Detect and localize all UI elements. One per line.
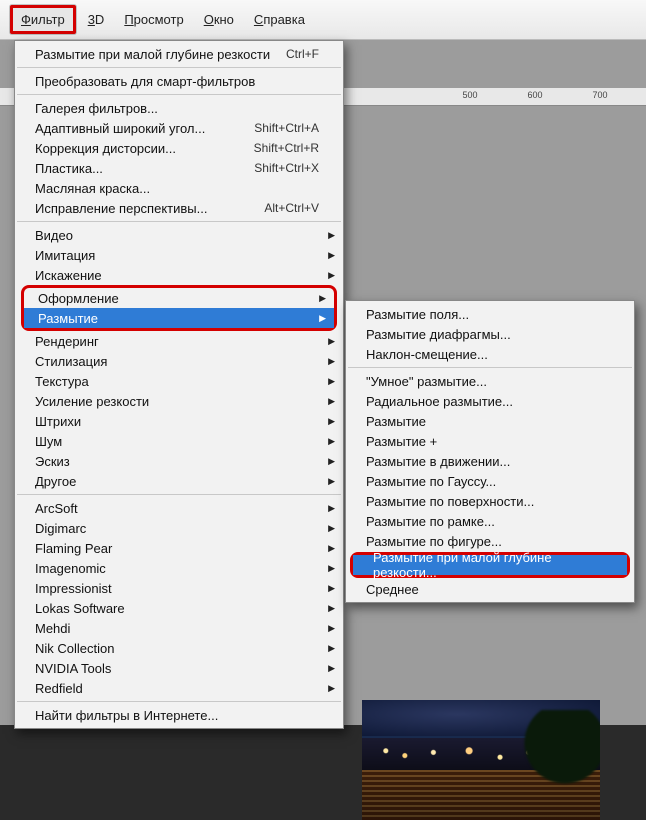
highlighted-group: Оформление▶ Размытие▶ [21, 285, 337, 331]
submenu-item[interactable]: Наклон-смещение... [346, 344, 634, 364]
chevron-right-icon: ▶ [328, 356, 335, 367]
menu-item[interactable]: Штрихи▶ [15, 411, 343, 431]
highlighted-group: Размытие при малой глубине резкости... [350, 552, 630, 578]
separator [17, 494, 341, 495]
submenu-item[interactable]: Размытие по рамке... [346, 511, 634, 531]
menu-item[interactable]: Другое▶ [15, 471, 343, 491]
submenu-item[interactable]: Размытие диафрагмы... [346, 324, 634, 344]
menu-item[interactable]: Адаптивный широкий угол...Shift+Ctrl+A [15, 118, 343, 138]
chevron-right-icon: ▶ [328, 663, 335, 674]
ruler-mark: 500 [462, 90, 477, 100]
menu-item[interactable]: Масляная краска... [15, 178, 343, 198]
chevron-right-icon: ▶ [328, 230, 335, 241]
menu-item[interactable]: Оформление▶ [24, 288, 334, 308]
menu-item[interactable]: Стилизация▶ [15, 351, 343, 371]
separator [17, 67, 341, 68]
menu-item[interactable]: Видео▶ [15, 225, 343, 245]
separator [17, 221, 341, 222]
menu-item-find-online[interactable]: Найти фильтры в Интернете... [15, 705, 343, 725]
submenu-item[interactable]: Размытие по Гауссу... [346, 471, 634, 491]
chevron-right-icon: ▶ [328, 643, 335, 654]
menubar-window[interactable]: Окно [196, 8, 242, 31]
menubar-3d[interactable]: 3D [80, 8, 113, 31]
chevron-right-icon: ▶ [328, 543, 335, 554]
menu-item[interactable]: Lokas Software▶ [15, 598, 343, 618]
submenu-item[interactable]: Радиальное размытие... [346, 391, 634, 411]
menu-item[interactable]: NVIDIA Tools▶ [15, 658, 343, 678]
chevron-right-icon: ▶ [328, 523, 335, 534]
menu-item[interactable]: Mehdi▶ [15, 618, 343, 638]
chevron-right-icon: ▶ [328, 376, 335, 387]
chevron-right-icon: ▶ [319, 313, 326, 324]
menu-item-convert-smart[interactable]: Преобразовать для смарт-фильтров [15, 71, 343, 91]
submenu-item[interactable]: "Умное" размытие... [346, 371, 634, 391]
submenu-item-lens-blur[interactable]: Размытие при малой глубине резкости... [353, 555, 627, 575]
menu-item[interactable]: Исправление перспективы...Alt+Ctrl+V [15, 198, 343, 218]
menu-item[interactable]: Imagenomic▶ [15, 558, 343, 578]
chevron-right-icon: ▶ [328, 603, 335, 614]
chevron-right-icon: ▶ [328, 683, 335, 694]
photo-preview [362, 700, 600, 820]
menu-item[interactable]: Галерея фильтров... [15, 98, 343, 118]
submenu-item[interactable]: Размытие + [346, 431, 634, 451]
menubar-view[interactable]: Просмотр [116, 8, 191, 31]
separator [17, 94, 341, 95]
chevron-right-icon: ▶ [328, 336, 335, 347]
menu-item[interactable]: Nik Collection▶ [15, 638, 343, 658]
submenu-item[interactable]: Размытие поля... [346, 304, 634, 324]
menu-item[interactable]: Redfield▶ [15, 678, 343, 698]
menu-item[interactable]: Impressionist▶ [15, 578, 343, 598]
chevron-right-icon: ▶ [328, 503, 335, 514]
menubar: Фильтр 3D Просмотр Окно Справка [0, 0, 646, 40]
submenu-item[interactable]: Размытие по фигуре... [346, 531, 634, 551]
ruler-mark: 700 [592, 90, 607, 100]
menu-item[interactable]: Рендеринг▶ [15, 331, 343, 351]
menu-item[interactable]: Шум▶ [15, 431, 343, 451]
chevron-right-icon: ▶ [328, 623, 335, 634]
submenu-item[interactable]: Размытие по поверхности... [346, 491, 634, 511]
menubar-filter[interactable]: Фильтр [10, 5, 76, 34]
chevron-right-icon: ▶ [328, 396, 335, 407]
menu-item-blur[interactable]: Размытие▶ [24, 308, 334, 328]
ruler-mark: 600 [527, 90, 542, 100]
submenu-item[interactable]: Размытие [346, 411, 634, 431]
menu-item[interactable]: Имитация▶ [15, 245, 343, 265]
submenu-item[interactable]: Среднее [346, 579, 634, 599]
chevron-right-icon: ▶ [328, 583, 335, 594]
chevron-right-icon: ▶ [328, 270, 335, 281]
menu-item[interactable]: Эскиз▶ [15, 451, 343, 471]
menu-item[interactable]: Коррекция дисторсии...Shift+Ctrl+R [15, 138, 343, 158]
chevron-right-icon: ▶ [328, 416, 335, 427]
chevron-right-icon: ▶ [328, 563, 335, 574]
separator [17, 701, 341, 702]
menu-item[interactable]: Flaming Pear▶ [15, 538, 343, 558]
chevron-right-icon: ▶ [319, 293, 326, 304]
chevron-right-icon: ▶ [328, 250, 335, 261]
submenu-item[interactable]: Размытие в движении... [346, 451, 634, 471]
menu-item[interactable]: Усиление резкости▶ [15, 391, 343, 411]
menu-item[interactable]: Текстура▶ [15, 371, 343, 391]
chevron-right-icon: ▶ [328, 456, 335, 467]
chevron-right-icon: ▶ [328, 476, 335, 487]
menu-item-last-filter[interactable]: Размытие при малой глубине резкости Ctrl… [15, 44, 343, 64]
blur-submenu: Размытие поля... Размытие диафрагмы... Н… [345, 300, 635, 603]
menu-item[interactable]: ArcSoft▶ [15, 498, 343, 518]
separator [348, 367, 632, 368]
chevron-right-icon: ▶ [328, 436, 335, 447]
filter-menu: Размытие при малой глубине резкости Ctrl… [14, 40, 344, 729]
menu-item[interactable]: Пластика...Shift+Ctrl+X [15, 158, 343, 178]
menubar-help[interactable]: Справка [246, 8, 313, 31]
menu-item[interactable]: Искажение▶ [15, 265, 343, 285]
menu-item[interactable]: Digimarc▶ [15, 518, 343, 538]
